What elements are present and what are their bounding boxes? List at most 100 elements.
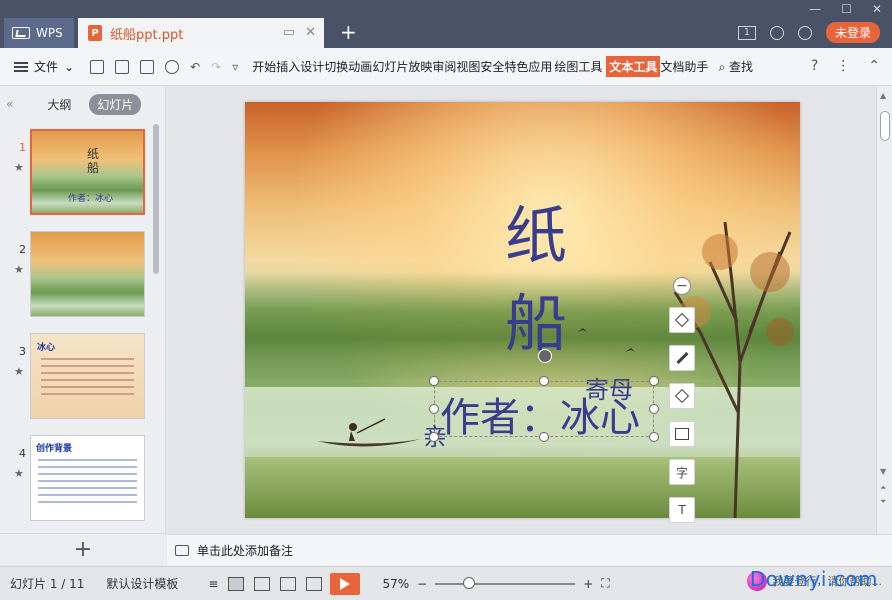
ribbon-tabs: 开始 插入 设计 切换 动画 幻灯片放映 审阅 视图 安全 特色应用 绘图工具 …	[252, 56, 708, 77]
collapse-panel-icon[interactable]: «	[6, 97, 13, 111]
search-icon: ⌕	[718, 60, 726, 74]
tab-special-apps[interactable]: 特色应用	[504, 58, 552, 75]
brush-button[interactable]	[669, 345, 695, 371]
resize-handle[interactable]	[429, 404, 439, 414]
undo-icon[interactable]: ↶	[190, 60, 200, 74]
zoom-slider[interactable]	[435, 576, 576, 589]
print-icon[interactable]	[140, 59, 155, 74]
slide-thumb-1[interactable]: 1 ★ 纸 船 作者：冰心	[0, 129, 160, 219]
tab-home[interactable]: 开始	[252, 58, 276, 75]
notes-icon	[175, 544, 189, 556]
chevron-down-icon: ⌄	[64, 59, 75, 74]
textbox-button[interactable]: T	[669, 497, 695, 523]
text-style-button[interactable]: 字	[669, 459, 695, 485]
cloud-sync-icon[interactable]	[769, 25, 784, 40]
add-slide-button[interactable]: +	[0, 533, 166, 565]
tab-outline[interactable]: 大纲	[39, 94, 79, 115]
tab-drawing-tools[interactable]: 绘图工具	[554, 58, 602, 75]
customize-toolbar-icon[interactable]: ▿	[232, 60, 238, 74]
resize-handle[interactable]	[649, 404, 659, 414]
frame-button[interactable]	[669, 421, 695, 447]
canvas-scrollbar[interactable]: ▲ ▼ ⏶ ⏷	[876, 87, 892, 534]
tab-slideshow[interactable]: 幻灯片放映	[372, 58, 432, 75]
prev-slide-icon[interactable]: ⏶	[880, 483, 886, 493]
animation-star-icon: ★	[14, 161, 24, 174]
frame-icon	[675, 428, 689, 440]
tab-review[interactable]: 审阅	[432, 58, 456, 75]
notes-toggle-icon[interactable]: ≡	[208, 577, 218, 591]
slide-title[interactable]: 纸 船	[505, 192, 585, 368]
notes-placeholder[interactable]: 单击此处添加备注	[197, 542, 293, 559]
wps-home-tab[interactable]: WPS	[4, 18, 74, 48]
scroll-up-icon[interactable]: ▲	[880, 91, 886, 100]
search-button[interactable]: ⌕ 查找	[718, 58, 753, 75]
tab-text-tools[interactable]: 文本工具	[606, 56, 661, 77]
scrollbar-thumb[interactable]	[880, 111, 890, 141]
title-bar: WPS P 纸船ppt.ppt ▭ ✕ + — ☐ ✕ 1 未登录	[0, 0, 892, 48]
tab-doc-assistant[interactable]: 文档助手	[660, 58, 708, 75]
more-icon[interactable]: ⋮	[836, 58, 850, 74]
slide-thumb-scene: 冰心	[31, 334, 144, 418]
layers-button[interactable]	[669, 307, 695, 333]
notes-bar[interactable]: 单击此处添加备注	[167, 534, 892, 565]
slide-count: 幻灯片 1 / 11	[10, 577, 85, 591]
zoom-in-icon[interactable]: +	[583, 577, 593, 591]
scroll-down-icon[interactable]: ▼	[880, 467, 886, 476]
slide-thumb-scene: 纸 船 作者：冰心	[32, 131, 143, 213]
tab-slides[interactable]: 幻灯片	[89, 93, 142, 115]
file-menu[interactable]: 文件 ⌄	[8, 58, 80, 75]
close-window-icon[interactable]: ✕	[872, 2, 882, 16]
print-preview-icon[interactable]	[165, 59, 180, 74]
slide-title-line-1: 纸	[505, 199, 568, 272]
next-slide-icon[interactable]: ⏷	[880, 497, 886, 507]
tab-insert[interactable]: 插入	[276, 58, 300, 75]
resize-handle[interactable]	[429, 432, 439, 442]
skin-icon[interactable]	[797, 25, 812, 40]
zoom-out-icon[interactable]: −	[417, 577, 427, 591]
collapse-icon[interactable]: −	[673, 277, 691, 295]
window-count-badge[interactable]: 1	[737, 25, 756, 40]
animation-star-icon: ★	[14, 365, 24, 378]
tab-design[interactable]: 设计	[300, 58, 324, 75]
slide-thumb-3[interactable]: 3 ★ 冰心	[0, 333, 160, 423]
maximize-icon[interactable]: ☐	[841, 2, 852, 16]
pin-tab-icon[interactable]: ▭	[283, 25, 295, 40]
resize-handle[interactable]	[429, 376, 439, 386]
zoom-level[interactable]: 57%	[382, 577, 409, 591]
presenter-view-icon[interactable]	[306, 576, 323, 591]
tab-transition[interactable]: 切换	[324, 58, 348, 75]
resize-handle[interactable]	[539, 432, 549, 442]
collapse-ribbon-icon[interactable]: ⌃	[868, 58, 880, 74]
export-icon[interactable]	[115, 59, 130, 74]
resize-handle[interactable]	[649, 432, 659, 442]
new-tab-button[interactable]: +	[340, 20, 357, 44]
watermark: Downyi.com	[749, 567, 878, 591]
tab-animation[interactable]: 动画	[348, 58, 372, 75]
template-name[interactable]: 默认设计模板	[106, 575, 178, 592]
menu-bar: 文件 ⌄ ↶ ↷ ▿ 开始 插入 设计 切换 动画 幻灯片放映 审阅 视图 安全…	[0, 48, 892, 86]
current-slide[interactable]: 纸 船 寄母 作者：冰心 亲	[245, 102, 800, 518]
document-tab[interactable]: P 纸船ppt.ppt ▭ ✕	[78, 18, 324, 48]
fit-window-icon[interactable]: ⛶	[601, 576, 609, 591]
help-icon[interactable]: ?	[811, 58, 818, 74]
close-tab-icon[interactable]: ✕	[305, 25, 316, 40]
fill-button[interactable]	[669, 383, 695, 409]
rotate-handle[interactable]	[538, 349, 552, 363]
resize-handle[interactable]	[649, 376, 659, 386]
redo-icon[interactable]: ↷	[211, 60, 221, 74]
normal-view-icon[interactable]	[228, 576, 245, 591]
slide-thumb-2[interactable]: 2 ★	[0, 231, 160, 321]
slide-thumb-4[interactable]: 4 ★ 创作背景	[0, 435, 160, 525]
resize-handle[interactable]	[539, 376, 549, 386]
play-slideshow-button[interactable]	[330, 572, 361, 595]
slide-number: 2	[19, 243, 26, 256]
save-icon[interactable]	[90, 59, 105, 74]
login-button[interactable]: 未登录	[825, 22, 880, 43]
thumbnail-scrollbar[interactable]	[153, 124, 159, 274]
zoom-slider-knob[interactable]	[462, 576, 475, 589]
tab-view[interactable]: 视图	[456, 58, 480, 75]
reading-view-icon[interactable]	[280, 576, 297, 591]
minimize-icon[interactable]: —	[809, 2, 821, 16]
tab-security[interactable]: 安全	[480, 58, 504, 75]
slide-sorter-icon[interactable]	[254, 576, 271, 591]
